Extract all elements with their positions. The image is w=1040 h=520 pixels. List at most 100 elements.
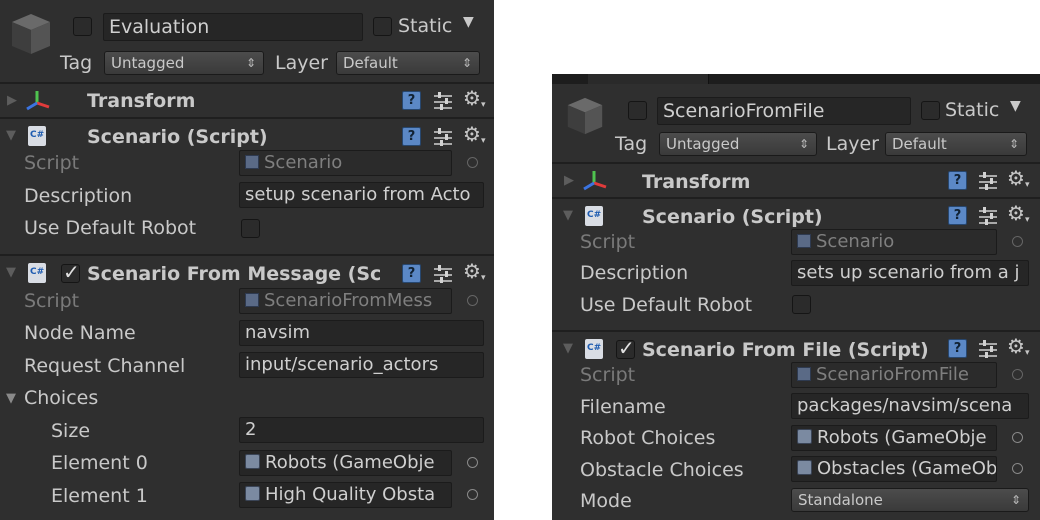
object-picker-icon[interactable] (467, 457, 478, 468)
mode-dropdown[interactable]: Standalone ⇕ (791, 488, 1029, 512)
description-field[interactable]: sets up scenario from a j (791, 260, 1029, 286)
script-file-icon (245, 155, 259, 169)
layer-dropdown[interactable]: Default ⇕ (336, 51, 480, 75)
gear-icon[interactable]: ⚙▾ (463, 122, 485, 146)
script-file-icon (797, 367, 811, 381)
collapsed-arrow-icon[interactable]: ▶ (564, 173, 574, 188)
updown-icon: ⇕ (245, 56, 256, 70)
script-reference-field: ScenarioFromMess (239, 288, 452, 314)
presets-icon[interactable] (979, 207, 997, 225)
script-label: Script (24, 290, 80, 312)
tag-value: Untagged (666, 135, 740, 153)
script-file-icon (797, 234, 811, 248)
presets-icon[interactable] (979, 172, 997, 190)
description-label: Description (580, 262, 689, 284)
object-picker-icon[interactable] (1012, 463, 1023, 474)
updown-icon: ⇕ (461, 56, 472, 70)
size-field[interactable]: 2 (239, 417, 484, 443)
element0-field[interactable]: Robots (GameObje (239, 450, 452, 476)
presets-icon[interactable] (434, 265, 452, 283)
object-picker-icon[interactable] (1012, 432, 1023, 443)
filename-field[interactable]: packages/navsim/scena (791, 393, 1029, 419)
static-dropdown-icon[interactable]: ▼ (463, 14, 474, 30)
tab-strip (552, 74, 1040, 84)
presets-icon[interactable] (434, 92, 452, 110)
static-checkbox[interactable] (373, 17, 392, 36)
request-channel-field[interactable]: input/scenario_actors (239, 352, 484, 378)
gameobject-icon (245, 486, 260, 501)
component-title-scenario[interactable]: Scenario (Script) (87, 126, 268, 148)
expanded-arrow-icon[interactable]: ▼ (563, 341, 573, 356)
layer-label: Layer (826, 133, 879, 155)
choices-foldout-arrow-icon[interactable]: ▼ (6, 391, 16, 406)
object-name-field[interactable]: ScenarioFromFile (657, 97, 911, 125)
choices-label[interactable]: Choices (24, 387, 98, 409)
help-icon[interactable]: ? (948, 171, 967, 190)
updown-icon: ⇕ (1008, 137, 1019, 151)
csharp-script-icon: C# (585, 339, 603, 359)
size-label: Size (51, 420, 91, 442)
help-icon[interactable]: ? (948, 339, 967, 358)
component-enabled-checkbox[interactable] (616, 336, 635, 360)
gameobject-cube-icon (12, 14, 50, 54)
transform-axis-icon (583, 171, 607, 191)
object-name-field[interactable]: Evaluation (103, 13, 363, 41)
node-name-field[interactable]: navsim (239, 320, 484, 346)
help-icon[interactable]: ? (948, 206, 967, 225)
presets-icon[interactable] (979, 340, 997, 358)
presets-icon[interactable] (434, 128, 452, 146)
node-name-label: Node Name (24, 322, 136, 344)
component-title-scenario-from-message[interactable]: Scenario From Message (Sc (87, 263, 381, 285)
help-icon[interactable]: ? (402, 264, 421, 283)
gear-icon[interactable]: ⚙▾ (1007, 166, 1029, 190)
gear-icon[interactable]: ⚙▾ (463, 259, 485, 283)
component-enabled-checkbox[interactable] (61, 260, 80, 284)
element1-field[interactable]: High Quality Obsta (239, 482, 452, 508)
object-picker-icon[interactable] (467, 489, 478, 500)
active-checkbox[interactable] (628, 101, 647, 120)
object-picker-icon (1012, 369, 1023, 380)
use-default-robot-label: Use Default Robot (24, 217, 197, 239)
help-icon[interactable]: ? (402, 91, 421, 110)
layer-dropdown[interactable]: Default ⇕ (885, 132, 1027, 156)
active-checkbox[interactable] (73, 17, 92, 36)
use-default-robot-checkbox[interactable] (241, 219, 260, 238)
script-value: Scenario (264, 152, 343, 173)
csharp-script-icon: C# (585, 206, 603, 226)
obstacle-choices-label: Obstacle Choices (580, 459, 744, 481)
mode-label: Mode (580, 490, 632, 512)
description-field[interactable]: setup scenario from Acto (239, 182, 484, 208)
static-dropdown-icon[interactable]: ▼ (1010, 98, 1021, 114)
static-label: Static (398, 15, 453, 37)
component-title-scenario-from-file[interactable]: Scenario From File (Script) (642, 339, 929, 361)
inspector-panel-evaluation: Evaluation Static ▼ Tag Untagged ⇕ Layer … (0, 0, 494, 520)
component-title-transform[interactable]: Transform (87, 90, 195, 112)
object-picker-icon (467, 295, 478, 306)
use-default-robot-label: Use Default Robot (580, 294, 753, 316)
script-reference-field: Scenario (791, 229, 997, 255)
tag-dropdown[interactable]: Untagged ⇕ (659, 132, 817, 156)
element1-value: High Quality Obsta (265, 484, 436, 505)
obstacle-choices-field[interactable]: Obstacles (GameOb (791, 456, 997, 482)
expanded-arrow-icon[interactable]: ▼ (6, 128, 16, 143)
tag-dropdown[interactable]: Untagged ⇕ (104, 51, 264, 75)
component-title-transform[interactable]: Transform (642, 171, 750, 193)
component-title-scenario[interactable]: Scenario (Script) (642, 206, 823, 228)
inspector-tab[interactable] (588, 74, 709, 84)
script-reference-field: Scenario (239, 150, 452, 176)
use-default-robot-checkbox[interactable] (792, 295, 811, 314)
gear-icon[interactable]: ⚙▾ (463, 86, 485, 110)
script-value: ScenarioFromMess (264, 290, 433, 311)
static-label: Static (945, 99, 1000, 121)
csharp-script-icon: C# (28, 263, 46, 283)
gear-icon[interactable]: ⚙▾ (1007, 334, 1029, 358)
robot-choices-label: Robot Choices (580, 427, 716, 449)
static-checkbox[interactable] (921, 101, 940, 120)
script-value: Scenario (816, 231, 895, 252)
gear-icon[interactable]: ⚙▾ (1007, 201, 1029, 225)
help-icon[interactable]: ? (402, 127, 421, 146)
robot-choices-field[interactable]: Robots (GameObje (791, 425, 997, 451)
expanded-arrow-icon[interactable]: ▼ (6, 265, 16, 280)
expanded-arrow-icon[interactable]: ▼ (563, 208, 573, 223)
collapsed-arrow-icon[interactable]: ▶ (7, 93, 17, 108)
